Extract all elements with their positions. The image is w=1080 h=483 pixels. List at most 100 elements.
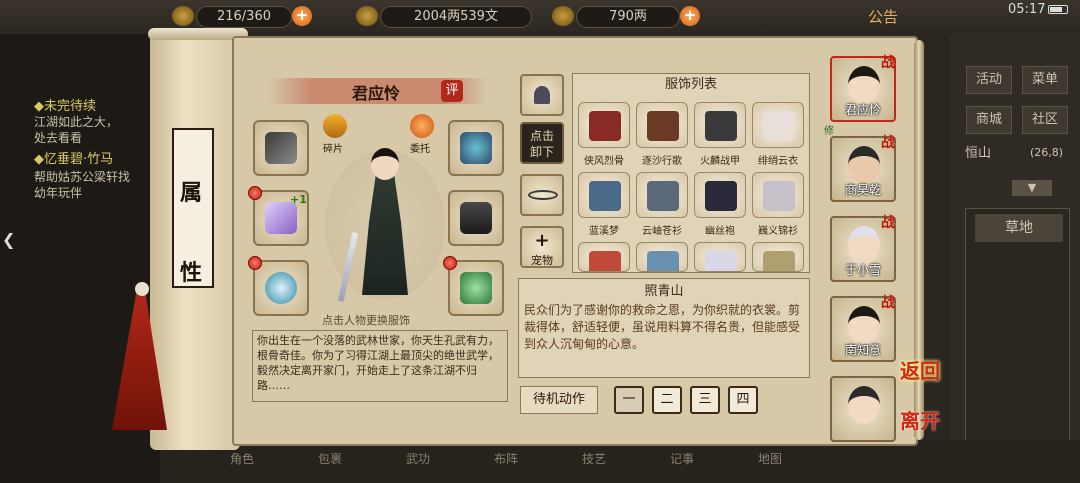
notification-dot	[248, 256, 262, 270]
robe-icon	[589, 251, 621, 271]
item-name: 照青山	[644, 284, 684, 299]
gold-ingot-icon	[552, 6, 574, 26]
battery-icon	[1048, 5, 1068, 14]
armor-icon	[460, 202, 492, 234]
clothing-item[interactable]	[578, 102, 630, 148]
collapse-arrow-icon[interactable]: ❮	[2, 230, 15, 249]
add-stamina-button[interactable]: +	[292, 6, 312, 26]
clothing-label: 云岫苍衫	[642, 226, 682, 237]
clothing-item[interactable]	[578, 242, 630, 272]
community-button[interactable]: 社区	[1022, 106, 1068, 134]
avatar	[848, 306, 880, 344]
pet-label: 宠物	[531, 254, 553, 267]
quest-desc: 处去看看	[34, 131, 83, 145]
nav-skills[interactable]: 武功	[406, 450, 430, 467]
add-gold-button[interactable]: +	[680, 6, 700, 26]
idle-action-button-4[interactable]: 四	[728, 386, 758, 414]
hat-icon	[534, 86, 550, 104]
quest-desc: 幼年玩伴	[34, 186, 83, 200]
clothing-label: 绯绡云衣	[758, 156, 798, 167]
ring-slot[interactable]	[253, 260, 309, 316]
clothing-item[interactable]	[752, 102, 804, 148]
clothing-item[interactable]	[636, 172, 688, 218]
idle-action-label: 待机动作	[520, 386, 598, 414]
clothing-label: 幽丝袍	[705, 226, 735, 237]
team-member-portrait[interactable]	[830, 376, 896, 442]
avatar	[848, 226, 880, 264]
clothing-label: 侠风烈骨	[584, 156, 624, 167]
leave-button[interactable]: 离开	[900, 405, 940, 434]
cultivation-tag: 修	[824, 126, 834, 137]
clothing-item[interactable]	[578, 172, 630, 218]
unequip-label: 点击 卸下	[529, 129, 554, 159]
nav-formation[interactable]: 布阵	[494, 450, 518, 467]
clothing-item[interactable]	[752, 242, 804, 272]
robe-icon	[647, 251, 679, 271]
plus-icon: +	[534, 230, 550, 251]
robe-icon	[647, 181, 679, 211]
robe-icon	[705, 181, 737, 211]
map-expand-icon[interactable]: ▼	[1012, 180, 1052, 196]
tassel-bead	[135, 282, 149, 296]
nav-role[interactable]: 角色	[230, 450, 254, 467]
stamina-icon	[172, 6, 194, 26]
back-button[interactable]: 返回	[900, 355, 940, 384]
character-head[interactable]	[371, 148, 399, 180]
scroll-title: 属	[180, 180, 203, 206]
quest-title[interactable]: ◆未完待续	[34, 95, 96, 114]
robe-icon	[589, 181, 621, 211]
weapon-slot[interactable]	[253, 120, 309, 176]
robe-icon	[763, 111, 795, 141]
pet-tab[interactable]: + 宠物	[520, 226, 564, 268]
notice-button[interactable]: 公告	[868, 6, 898, 27]
team-member-name: 于小雪	[844, 263, 881, 277]
quest-title[interactable]: ◆忆垂碧·竹马	[34, 148, 113, 167]
idle-action-button-1[interactable]: 一	[614, 386, 644, 414]
idle-action-button-2[interactable]: 二	[652, 386, 682, 414]
map-list-item[interactable]: 草地	[975, 214, 1063, 242]
team-member-name: 君应怜	[844, 103, 881, 117]
shards-icon[interactable]	[323, 114, 347, 138]
armor-slot[interactable]	[448, 190, 504, 246]
belt-tab[interactable]	[520, 174, 564, 216]
boots-slot[interactable]	[448, 260, 504, 316]
clothing-item[interactable]	[636, 102, 688, 148]
shop-button[interactable]: 商城	[966, 106, 1012, 134]
menu-button[interactable]: 菜单	[1022, 66, 1068, 94]
activity-button[interactable]: 活动	[966, 66, 1012, 94]
location-coords: (26,8)	[1030, 146, 1064, 159]
entrust-icon[interactable]	[410, 114, 434, 138]
clothing-item[interactable]	[694, 242, 746, 272]
nav-map[interactable]: 地图	[758, 450, 782, 467]
nav-craft[interactable]: 技艺	[582, 450, 606, 467]
headwear-tab[interactable]	[520, 74, 564, 116]
battle-badge: 战	[881, 215, 895, 231]
clothing-label: 火麟战甲	[700, 156, 740, 167]
bottom-nav-bar	[160, 440, 1080, 483]
nav-bag[interactable]: 包裹	[318, 450, 342, 467]
robe-icon	[589, 111, 621, 141]
clothing-item[interactable]	[752, 172, 804, 218]
quest-desc: 江湖如此之大，	[34, 115, 119, 129]
notification-dot	[443, 256, 457, 270]
robe-icon	[647, 111, 679, 141]
clothing-item[interactable]	[694, 172, 746, 218]
battle-badge: 战	[881, 55, 895, 71]
nav-journal[interactable]: 记事	[670, 450, 694, 467]
jade-icon	[460, 272, 492, 304]
change-outfit-hint: 点击人物更换服饰	[322, 314, 410, 327]
helmet-slot[interactable]	[448, 120, 504, 176]
idle-action-button-3[interactable]: 三	[690, 386, 720, 414]
clothing-item[interactable]	[636, 242, 688, 272]
status-clock: 05:17	[1008, 2, 1046, 17]
unequip-button[interactable]: 点击 卸下	[520, 122, 564, 164]
clothing-item[interactable]	[694, 102, 746, 148]
battle-badge: 战	[881, 135, 895, 151]
item-description: 民众们为了感谢你的救命之恩，为你织就的衣裳。剪裁得体，舒适轻便，虽说用料算不得名…	[524, 303, 801, 351]
clothing-label: 巍义锦衫	[758, 226, 798, 237]
map-list	[965, 208, 1070, 448]
rate-badge[interactable]: 评	[441, 80, 463, 102]
gold-counter: 790两	[576, 6, 680, 28]
stamina-counter: 216/360	[196, 6, 292, 28]
avatar	[848, 386, 880, 424]
